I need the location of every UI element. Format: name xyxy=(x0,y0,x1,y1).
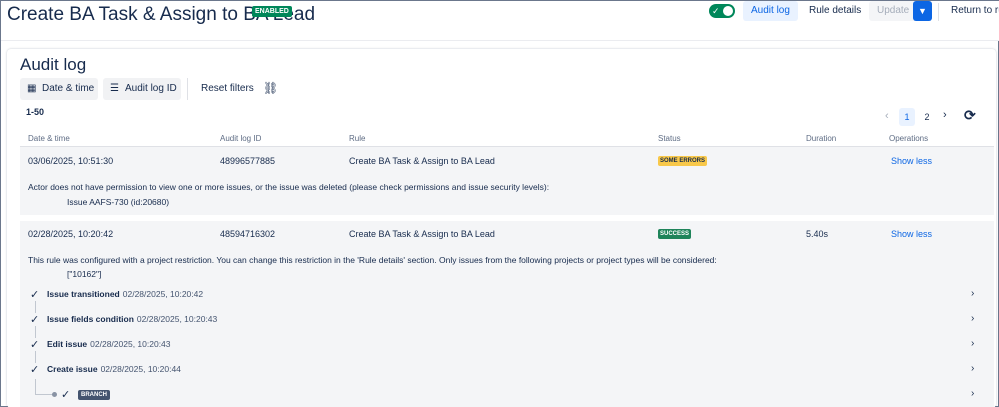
enabled-badge: ENABLED xyxy=(252,6,292,17)
execution-step[interactable]: ✓ Create issue 02/28/2025, 10:20:44 › xyxy=(30,363,990,377)
execution-step[interactable]: ✓ Issue fields condition 02/28/2025, 10:2… xyxy=(30,313,990,327)
tab-rule-details[interactable]: Rule details xyxy=(801,1,869,21)
row-message: Actor does not have permission to view o… xyxy=(28,182,550,192)
refresh-icon[interactable]: ⟳ xyxy=(964,107,976,124)
reset-filters-button[interactable]: Reset filters xyxy=(201,83,254,94)
step-time: 02/28/2025, 10:20:44 xyxy=(100,364,181,374)
check-icon: ✓ xyxy=(712,6,720,16)
filter-label: Date & time xyxy=(42,83,95,94)
rule-enabled-toggle[interactable]: ✓ xyxy=(709,4,735,18)
check-icon: ✓ xyxy=(30,314,40,326)
step-time: 02/28/2025, 10:20:42 xyxy=(122,289,204,299)
chevron-right-icon[interactable]: › xyxy=(971,288,974,299)
row-audit-id: 48996577885 xyxy=(220,156,276,166)
chevron-right-icon[interactable]: › xyxy=(971,363,974,374)
chevron-right-icon[interactable]: › xyxy=(971,338,974,349)
tab-audit-log[interactable]: Audit log xyxy=(743,1,798,21)
branch-badge[interactable]: BRANCH xyxy=(78,390,110,400)
calendar-icon: ▦ xyxy=(27,83,37,94)
audit-log-id-filter-button[interactable]: ☰ Audit log ID xyxy=(103,78,181,100)
top-bar: Create BA Task & Assign to BA Lead ENABL… xyxy=(1,1,999,41)
check-icon: ✓ xyxy=(61,389,71,401)
column-header-rule: Rule xyxy=(349,134,366,143)
column-header-status: Status xyxy=(658,134,681,143)
update-button[interactable]: Update xyxy=(869,1,918,21)
column-header-operations: Operations xyxy=(889,134,929,143)
filter-label: Audit log ID xyxy=(125,83,177,94)
step-time: 02/28/2025, 10:20:43 xyxy=(136,314,218,324)
step-connector xyxy=(35,326,36,338)
row-rule: Create BA Task & Assign to BA Lead xyxy=(349,229,495,239)
row-date: 03/06/2025, 10:51:30 xyxy=(28,156,114,166)
chevron-right-icon[interactable]: › xyxy=(971,388,974,399)
row-duration: 5.40s xyxy=(806,229,829,239)
page-2-button[interactable]: 2 xyxy=(919,108,935,126)
execution-step[interactable]: ✓ Issue transitioned 02/28/2025, 10:20:42… xyxy=(30,288,990,302)
step-time: 02/28/2025, 10:20:43 xyxy=(90,339,171,349)
check-icon: ✓ xyxy=(30,289,40,301)
row-audit-id: 48594716302 xyxy=(220,229,276,239)
status-badge: SUCCESS xyxy=(658,229,692,239)
branch-connector xyxy=(35,394,53,395)
step-name: Issue fields condition xyxy=(47,314,134,324)
step-connector xyxy=(35,301,36,313)
row-message: This rule was configured with a project … xyxy=(28,255,717,265)
page-1-button[interactable]: 1 xyxy=(899,108,915,126)
step-name: Edit issue xyxy=(47,339,88,349)
row-date: 02/28/2025, 10:20:42 xyxy=(28,229,114,239)
return-button[interactable]: Return to ru xyxy=(943,1,999,21)
date-time-filter-button[interactable]: ▦ Date & time xyxy=(20,78,98,100)
chevron-down-icon[interactable]: ▼ xyxy=(913,1,932,21)
chevron-left-icon[interactable]: ‹ xyxy=(885,110,889,122)
filter-divider xyxy=(187,78,188,100)
link-icon[interactable]: ⛓ xyxy=(263,81,278,95)
chevron-right-icon[interactable]: › xyxy=(943,109,947,121)
column-header-duration: Duration xyxy=(806,134,837,143)
check-icon: ✓ xyxy=(30,364,40,376)
toggle-knob xyxy=(723,6,733,16)
show-less-link[interactable]: Show less xyxy=(891,229,932,239)
chevron-right-icon[interactable]: › xyxy=(971,313,974,324)
branch-connector xyxy=(35,379,36,394)
step-name: Create issue xyxy=(47,364,98,374)
branch-node-icon xyxy=(52,392,57,397)
row-detail: ["10162"] xyxy=(67,269,102,279)
toolbar-divider xyxy=(938,3,939,21)
execution-step[interactable]: ✓ Edit issue 02/28/2025, 10:20:43 › xyxy=(30,338,990,352)
column-header-date: Date & time xyxy=(28,134,70,143)
column-header-id: Audit log ID xyxy=(220,134,262,143)
status-badge: SOME ERRORS xyxy=(658,156,708,166)
page-title: Audit log xyxy=(20,55,87,74)
check-icon: ✓ xyxy=(30,339,40,351)
list-icon: ☰ xyxy=(110,83,119,94)
step-connector xyxy=(35,351,36,363)
step-name: Issue transitioned xyxy=(47,289,120,299)
row-rule: Create BA Task & Assign to BA Lead xyxy=(349,156,495,166)
result-range: 1-50 xyxy=(26,107,45,117)
row-detail: Issue AAFS-730 (id:20680) xyxy=(67,197,170,207)
show-less-link[interactable]: Show less xyxy=(891,156,932,166)
